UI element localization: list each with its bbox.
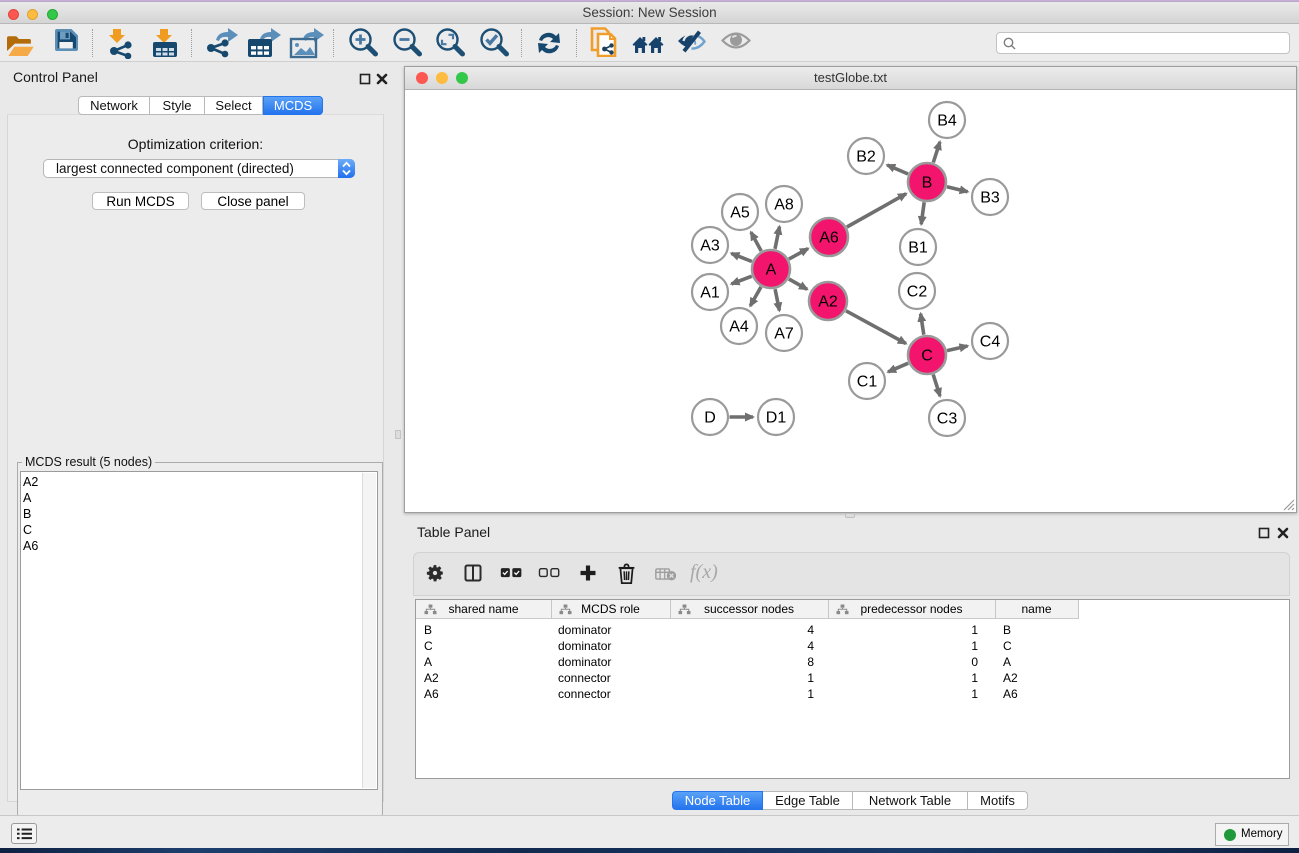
svg-text:A2: A2 — [818, 294, 838, 311]
svg-text:A: A — [766, 262, 777, 279]
svg-text:B2: B2 — [856, 149, 876, 166]
svg-text:C1: C1 — [857, 374, 878, 391]
svg-text:B4: B4 — [937, 113, 957, 130]
svg-text:A4: A4 — [729, 319, 749, 336]
svg-text:A3: A3 — [700, 238, 720, 255]
svg-text:A8: A8 — [774, 197, 794, 214]
svg-text:A6: A6 — [819, 230, 839, 247]
svg-text:A5: A5 — [730, 205, 750, 222]
svg-text:A7: A7 — [774, 326, 794, 343]
svg-text:C2: C2 — [907, 284, 928, 301]
svg-text:D1: D1 — [766, 410, 787, 427]
svg-text:C4: C4 — [980, 334, 1001, 351]
svg-text:B1: B1 — [908, 240, 928, 257]
svg-text:B3: B3 — [980, 190, 1000, 207]
svg-text:A1: A1 — [700, 285, 720, 302]
svg-text:C: C — [921, 348, 933, 365]
svg-text:B: B — [922, 175, 933, 192]
svg-text:D: D — [704, 410, 716, 427]
svg-text:C3: C3 — [937, 411, 958, 428]
